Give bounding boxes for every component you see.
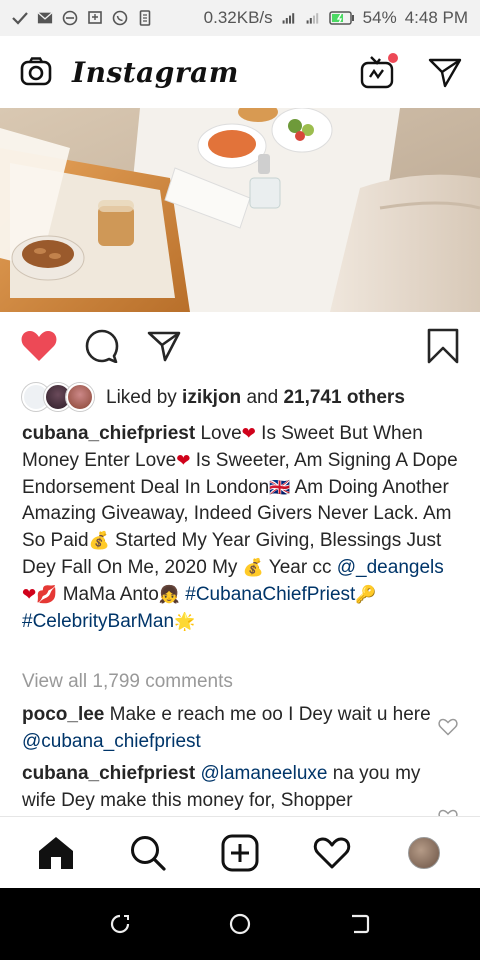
network-speed: 0.32KB/s: [203, 8, 273, 27]
girl-emoji: 👧: [158, 584, 180, 605]
home-circle-icon[interactable]: [225, 909, 255, 939]
top-app-bar: Instagram: [0, 36, 480, 108]
back-icon[interactable]: [345, 909, 375, 939]
signal-bars-icon: [305, 10, 321, 26]
caption-mention[interactable]: @_deangels: [337, 557, 444, 578]
comment-icon[interactable]: [84, 328, 120, 364]
bookmark-icon[interactable]: [426, 327, 460, 365]
money-bag-emoji: 💰: [242, 557, 264, 578]
avatar: [408, 836, 440, 869]
uk-flag-emoji: 🇬🇧: [269, 477, 291, 498]
post-actions-left: [20, 327, 182, 365]
airline-meal-photo: [0, 108, 480, 312]
caption-text: MaMa Anto: [57, 583, 159, 605]
direct-message-icon[interactable]: [428, 55, 462, 89]
caption-username[interactable]: cubana_chiefpriest: [22, 423, 195, 444]
likes-joiner: and: [241, 387, 284, 408]
home-icon[interactable]: [32, 829, 80, 877]
star-emoji: 🌟: [174, 611, 196, 632]
comment-username[interactable]: poco_lee: [22, 704, 104, 725]
caption-hashtag[interactable]: #CelebrityBarMan: [22, 611, 174, 632]
signal-4g-icon: [281, 10, 297, 26]
kiss-emoji: 💋: [36, 584, 58, 605]
status-bar: 0.32KB/s 54% 4:48 PM: [0, 0, 480, 36]
likes-count[interactable]: 21,741 others: [283, 387, 404, 408]
avatar: [66, 383, 94, 411]
clock: 4:48 PM: [404, 8, 468, 27]
recent-apps-icon[interactable]: [105, 909, 135, 939]
blocked-icon: [62, 10, 78, 26]
status-notification-icons: [12, 10, 153, 26]
share-icon[interactable]: [146, 328, 182, 364]
heart-filled-icon[interactable]: [20, 327, 58, 365]
comment-username[interactable]: cubana_chiefpriest: [22, 763, 195, 784]
comment-like-icon[interactable]: [438, 718, 458, 738]
comment-text: Make e reach me oo I Dey wait u here: [104, 704, 431, 725]
caption-hashtag[interactable]: #CubanaChiefPriest: [185, 584, 355, 605]
profile-avatar[interactable]: [400, 829, 448, 877]
post-caption: cubana_chiefpriest Love❤ Is Sweet But Wh…: [22, 421, 462, 635]
battery-icon: [328, 10, 355, 26]
liked-by-user[interactable]: izikjon: [182, 387, 241, 408]
app-bar-actions: [360, 53, 462, 89]
whatsapp-icon: [112, 10, 128, 26]
search-icon[interactable]: [124, 829, 172, 877]
comment-mention[interactable]: @cubana_chiefpriest: [22, 731, 201, 752]
caption-text: Year cc: [263, 556, 337, 578]
camera-icon[interactable]: [18, 54, 54, 90]
comment-item: poco_lee Make e reach me oo I Dey wait u…: [22, 701, 432, 755]
post-action-bar: [0, 312, 480, 380]
comment-mention[interactable]: @lamaneeluxe: [195, 763, 327, 784]
heart-emoji: ❤: [241, 424, 256, 444]
caption-text: Love: [195, 423, 242, 444]
mail-icon: [37, 10, 53, 26]
liker-avatars: [22, 383, 96, 413]
igtv-icon[interactable]: [360, 53, 398, 89]
comment-item: cubana_chiefpriest @lamaneeluxe na you m…: [22, 760, 432, 814]
check-icon: [12, 10, 28, 26]
key-emoji: 🔑: [355, 584, 377, 605]
post-photo[interactable]: [0, 108, 480, 312]
status-system-info: 0.32KB/s 54% 4:48 PM: [204, 8, 468, 28]
likes-summary[interactable]: Liked by izikjon and 21,741 others: [22, 382, 405, 414]
money-bag-emoji: 💰: [88, 531, 110, 552]
likes-text: Liked by izikjon and 21,741 others: [106, 387, 405, 409]
system-navigation-bar: [0, 888, 480, 960]
heart-emoji: ❤: [176, 450, 191, 471]
cast-icon: [87, 10, 103, 26]
activity-heart-icon[interactable]: [308, 829, 356, 877]
heart-emoji: ❤: [22, 584, 37, 605]
bottom-navigation: [0, 816, 480, 888]
view-all-comments-link[interactable]: View all 1,799 comments: [22, 671, 233, 693]
add-post-icon[interactable]: [216, 829, 264, 877]
likes-prefix: Liked by: [106, 387, 183, 408]
app-logo: Instagram: [72, 55, 239, 89]
storage-icon: [137, 10, 153, 26]
notification-dot: [388, 53, 398, 63]
battery-percent: 54%: [362, 8, 397, 27]
